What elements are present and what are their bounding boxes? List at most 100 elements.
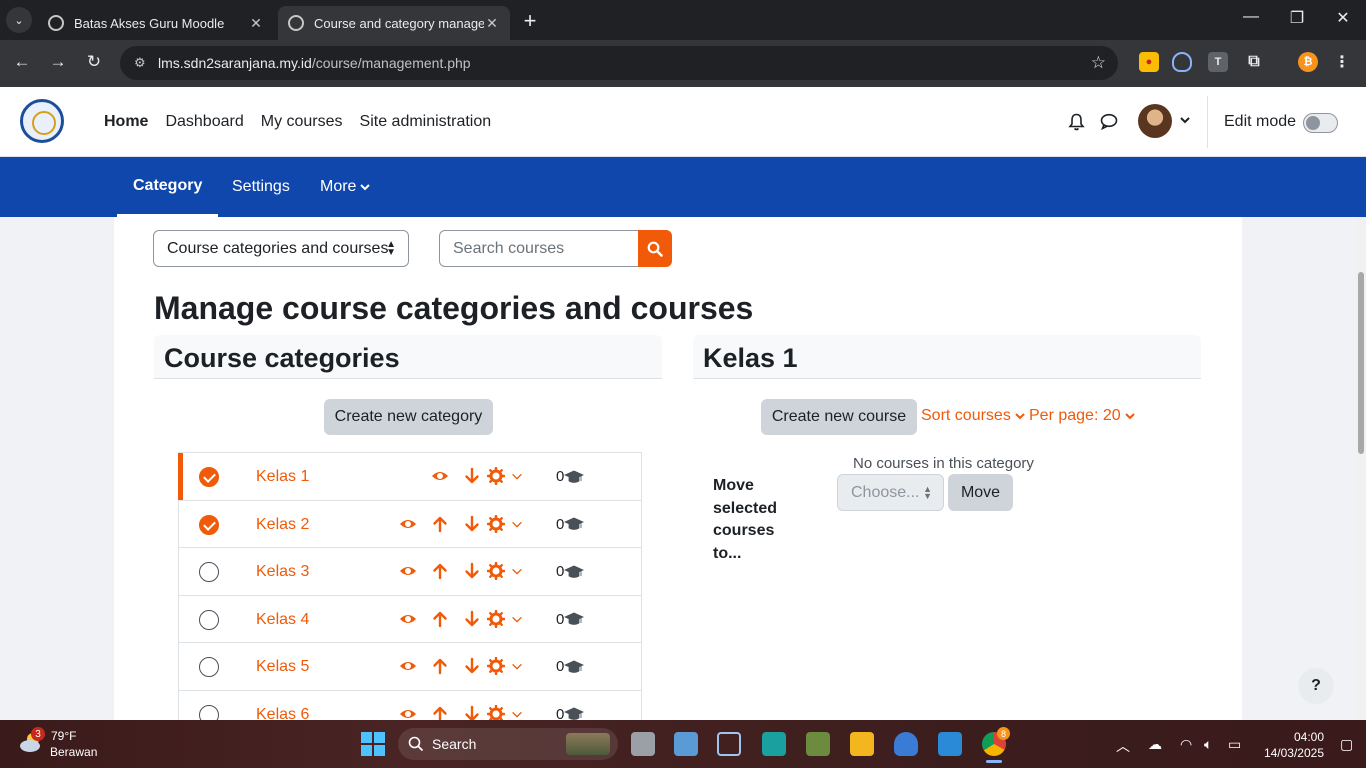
move-target-select[interactable]: Choose... ▲ ▼ xyxy=(837,474,944,511)
onedrive-error-icon[interactable]: ☁ xyxy=(1148,736,1162,753)
eye-icon[interactable] xyxy=(399,562,417,580)
create-new-course-button[interactable]: Create new course xyxy=(761,399,917,435)
control-panel-app-icon[interactable] xyxy=(674,732,698,756)
actions-chevron-down-icon[interactable] xyxy=(511,515,523,533)
category-checkbox[interactable] xyxy=(199,562,219,582)
nav-my-courses[interactable]: My courses xyxy=(261,113,343,131)
category-link[interactable]: Kelas 3 xyxy=(256,563,309,581)
nav-site-administration[interactable]: Site administration xyxy=(360,113,492,131)
gear-icon[interactable] xyxy=(487,562,505,580)
category-link[interactable]: Kelas 2 xyxy=(256,516,309,534)
bookmark-star-icon[interactable]: ☆ xyxy=(1091,53,1106,73)
virtualbox-app-icon[interactable] xyxy=(717,732,741,756)
notifications-icon[interactable]: ▢ xyxy=(1340,736,1353,753)
file-transfer-app-icon[interactable] xyxy=(806,732,830,756)
tray-chevron-up-icon[interactable]: ︿ xyxy=(1116,736,1130,756)
user-menu-chevron-down-icon[interactable] xyxy=(1180,116,1190,124)
browser-tab-batas-akses[interactable]: Batas Akses Guru Moodle ✕ xyxy=(38,6,274,40)
tab-title: Course and category management xyxy=(314,15,484,31)
actions-chevron-down-icon[interactable] xyxy=(511,467,523,485)
wifi-icon[interactable]: ◠ xyxy=(1180,736,1192,753)
edit-mode-toggle[interactable] xyxy=(1303,113,1338,133)
window-restore-icon[interactable]: ❐ xyxy=(1274,8,1320,28)
search-courses-input[interactable] xyxy=(439,230,639,267)
notification-bell-icon[interactable] xyxy=(1068,113,1085,131)
category-checkbox[interactable] xyxy=(199,657,219,677)
browser-menu-kebab-icon[interactable]: ⋮ xyxy=(1332,52,1352,72)
tab-settings[interactable]: Settings xyxy=(232,157,290,217)
vscode-app-icon[interactable] xyxy=(938,732,962,756)
bolt-app-icon[interactable] xyxy=(762,732,786,756)
extension-bitcoin-icon[interactable]: ₿ xyxy=(1298,52,1318,72)
gear-icon[interactable] xyxy=(487,657,505,675)
browser-toolbar: ← → ↻ ⚙ lms.sdn2saranjana.my.id/course/m… xyxy=(0,40,1366,87)
tab-category[interactable]: Category xyxy=(117,157,219,217)
help-button[interactable]: ? xyxy=(1298,668,1334,704)
window-close-icon[interactable]: ✕ xyxy=(1320,8,1366,28)
school-logo-icon[interactable] xyxy=(20,99,64,143)
sort-courses-label: Sort courses xyxy=(921,407,1011,424)
address-bar[interactable]: ⚙ lms.sdn2saranjana.my.id/course/managem… xyxy=(120,46,1118,80)
actions-chevron-down-icon[interactable] xyxy=(511,562,523,580)
move-down-arrow-icon[interactable] xyxy=(463,657,481,675)
eye-icon[interactable] xyxy=(431,467,449,485)
tab-close-icon[interactable]: ✕ xyxy=(484,15,500,32)
view-mode-select[interactable]: Course categories and courses ▲ ▼ xyxy=(153,230,409,267)
category-link[interactable]: Kelas 4 xyxy=(256,611,309,629)
move-down-arrow-icon[interactable] xyxy=(463,515,481,533)
eye-icon[interactable] xyxy=(399,515,417,533)
extension-t-icon[interactable]: T xyxy=(1208,52,1228,72)
move-up-arrow-icon[interactable] xyxy=(431,562,449,580)
extensions-puzzle-icon[interactable]: ⧉ xyxy=(1244,52,1264,72)
taskbar-clock[interactable]: 04:00 14/03/2025 xyxy=(1262,729,1324,761)
browser-tab-course-management[interactable]: Course and category management ✕ xyxy=(278,6,510,40)
per-page-dropdown[interactable]: Per page: 20 xyxy=(1029,407,1135,425)
volume-icon[interactable]: 🔈︎ xyxy=(1204,736,1212,753)
eye-icon[interactable] xyxy=(399,657,417,675)
windows-start-icon[interactable] xyxy=(361,732,385,756)
search-button[interactable] xyxy=(638,230,672,267)
category-link[interactable]: Kelas 5 xyxy=(256,658,309,676)
move-up-arrow-icon[interactable] xyxy=(431,515,449,533)
new-tab-plus-icon[interactable]: + xyxy=(518,8,542,34)
extension-shield-icon[interactable] xyxy=(1172,52,1192,72)
cloud-app-icon[interactable] xyxy=(894,732,918,756)
category-checkbox[interactable] xyxy=(199,609,219,630)
category-checkbox[interactable] xyxy=(199,467,219,487)
create-new-category-button[interactable]: Create new category xyxy=(324,399,493,435)
scrollbar-thumb[interactable] xyxy=(1358,272,1364,454)
sort-courses-dropdown[interactable]: Sort courses xyxy=(921,407,1025,425)
reload-icon[interactable]: ↻ xyxy=(82,52,106,72)
gear-icon[interactable] xyxy=(487,609,505,628)
tab-more[interactable]: More xyxy=(320,157,371,217)
task-view-icon[interactable] xyxy=(631,732,655,756)
site-settings-icon[interactable]: ⚙ xyxy=(134,55,150,71)
move-down-arrow-icon[interactable] xyxy=(463,467,481,485)
nav-home[interactable]: Home xyxy=(104,113,148,131)
taskbar-search[interactable]: Search xyxy=(398,728,618,760)
messages-chat-icon[interactable] xyxy=(1100,113,1118,130)
tab-search-chevron-icon[interactable]: ⌄ xyxy=(6,7,32,33)
tab-close-icon[interactable]: ✕ xyxy=(248,15,264,32)
move-up-arrow-icon[interactable] xyxy=(431,610,449,628)
user-avatar[interactable] xyxy=(1138,104,1172,138)
battery-icon[interactable]: ▭ xyxy=(1228,736,1241,753)
move-up-arrow-icon[interactable] xyxy=(431,657,449,675)
address-url: lms.sdn2saranjana.my.id/course/managemen… xyxy=(158,55,471,71)
category-checkbox[interactable] xyxy=(199,514,219,535)
move-button[interactable]: Move xyxy=(948,474,1013,511)
actions-chevron-down-icon[interactable] xyxy=(511,610,523,628)
actions-chevron-down-icon[interactable] xyxy=(511,657,523,675)
back-arrow-icon[interactable]: ← xyxy=(10,52,34,72)
category-link[interactable]: Kelas 1 xyxy=(256,468,309,486)
gear-icon[interactable] xyxy=(487,467,505,485)
extension-calendar-icon[interactable]: ● xyxy=(1139,52,1159,72)
forward-arrow-icon[interactable]: → xyxy=(46,52,70,72)
eye-icon[interactable] xyxy=(399,610,417,628)
move-down-arrow-icon[interactable] xyxy=(463,562,481,580)
file-explorer-icon[interactable] xyxy=(850,732,874,756)
gear-icon[interactable] xyxy=(487,514,505,533)
window-minimize-icon[interactable]: — xyxy=(1228,8,1274,26)
move-down-arrow-icon[interactable] xyxy=(463,610,481,628)
nav-dashboard[interactable]: Dashboard xyxy=(165,113,243,131)
